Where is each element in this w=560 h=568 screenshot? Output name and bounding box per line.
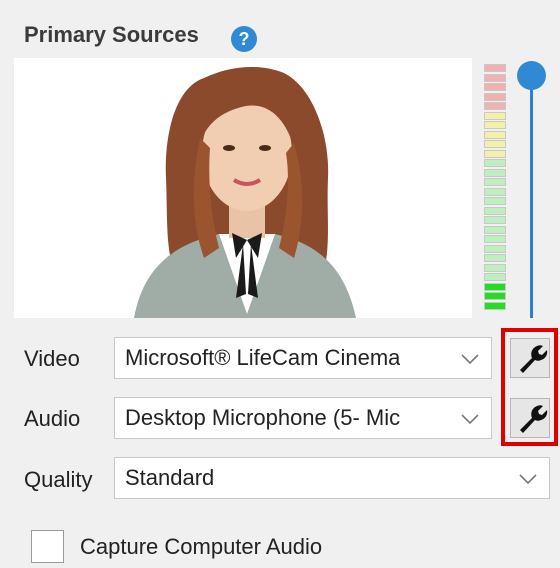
chevron-down-icon (515, 458, 541, 498)
video-source-value: Microsoft® LifeCam Cinema (125, 345, 401, 370)
meter-segment (484, 244, 506, 253)
meter-segment (484, 73, 506, 82)
capture-computer-audio-checkbox[interactable] (31, 530, 64, 563)
audio-level-meter (484, 64, 508, 318)
meter-segment (484, 273, 506, 281)
meter-segment (484, 130, 506, 139)
meter-segment (484, 92, 506, 101)
meter-segment (484, 159, 506, 167)
meter-segment (484, 282, 506, 291)
quality-label: Quality (24, 467, 93, 492)
meter-segment (484, 102, 506, 110)
meter-segment (484, 149, 506, 158)
meter-segment (484, 206, 506, 215)
meter-segment (484, 111, 506, 120)
meter-segment (484, 64, 506, 72)
person-image (134, 66, 356, 318)
volume-slider-track[interactable] (530, 76, 533, 318)
video-preview (14, 58, 472, 318)
meter-segment (484, 187, 506, 196)
meter-segment (484, 197, 506, 205)
meter-segment (484, 140, 506, 148)
audio-source-dropdown[interactable]: Desktop Microphone (5- Mic (114, 397, 492, 439)
meter-segment (484, 121, 506, 129)
meter-segment (484, 225, 506, 234)
meter-segment (484, 301, 506, 310)
settings-buttons-highlight (501, 328, 558, 446)
meter-segment (484, 263, 506, 272)
video-label: Video (24, 346, 80, 371)
help-icon[interactable]: ? (231, 26, 257, 52)
audio-label: Audio (24, 406, 81, 431)
capture-computer-audio-label[interactable]: Capture Computer Audio (80, 534, 322, 560)
meter-segment (484, 178, 506, 186)
meter-segment (484, 235, 506, 243)
chevron-down-icon (457, 338, 483, 378)
meter-segment (484, 216, 506, 224)
chevron-down-icon (457, 398, 483, 438)
meter-segment (484, 292, 506, 300)
meter-segment (484, 83, 506, 91)
meter-segment (484, 254, 506, 262)
volume-slider-knob[interactable] (517, 61, 546, 90)
meter-segment (484, 168, 506, 177)
quality-dropdown[interactable]: Standard (114, 457, 550, 499)
panel-title: Primary Sources (24, 22, 199, 47)
audio-source-value: Desktop Microphone (5- Mic (125, 405, 401, 430)
quality-value: Standard (125, 465, 215, 490)
primary-sources-panel: Primary Sources ? Video Microsoft® LifeC… (0, 0, 560, 568)
video-source-dropdown[interactable]: Microsoft® LifeCam Cinema (114, 337, 492, 379)
